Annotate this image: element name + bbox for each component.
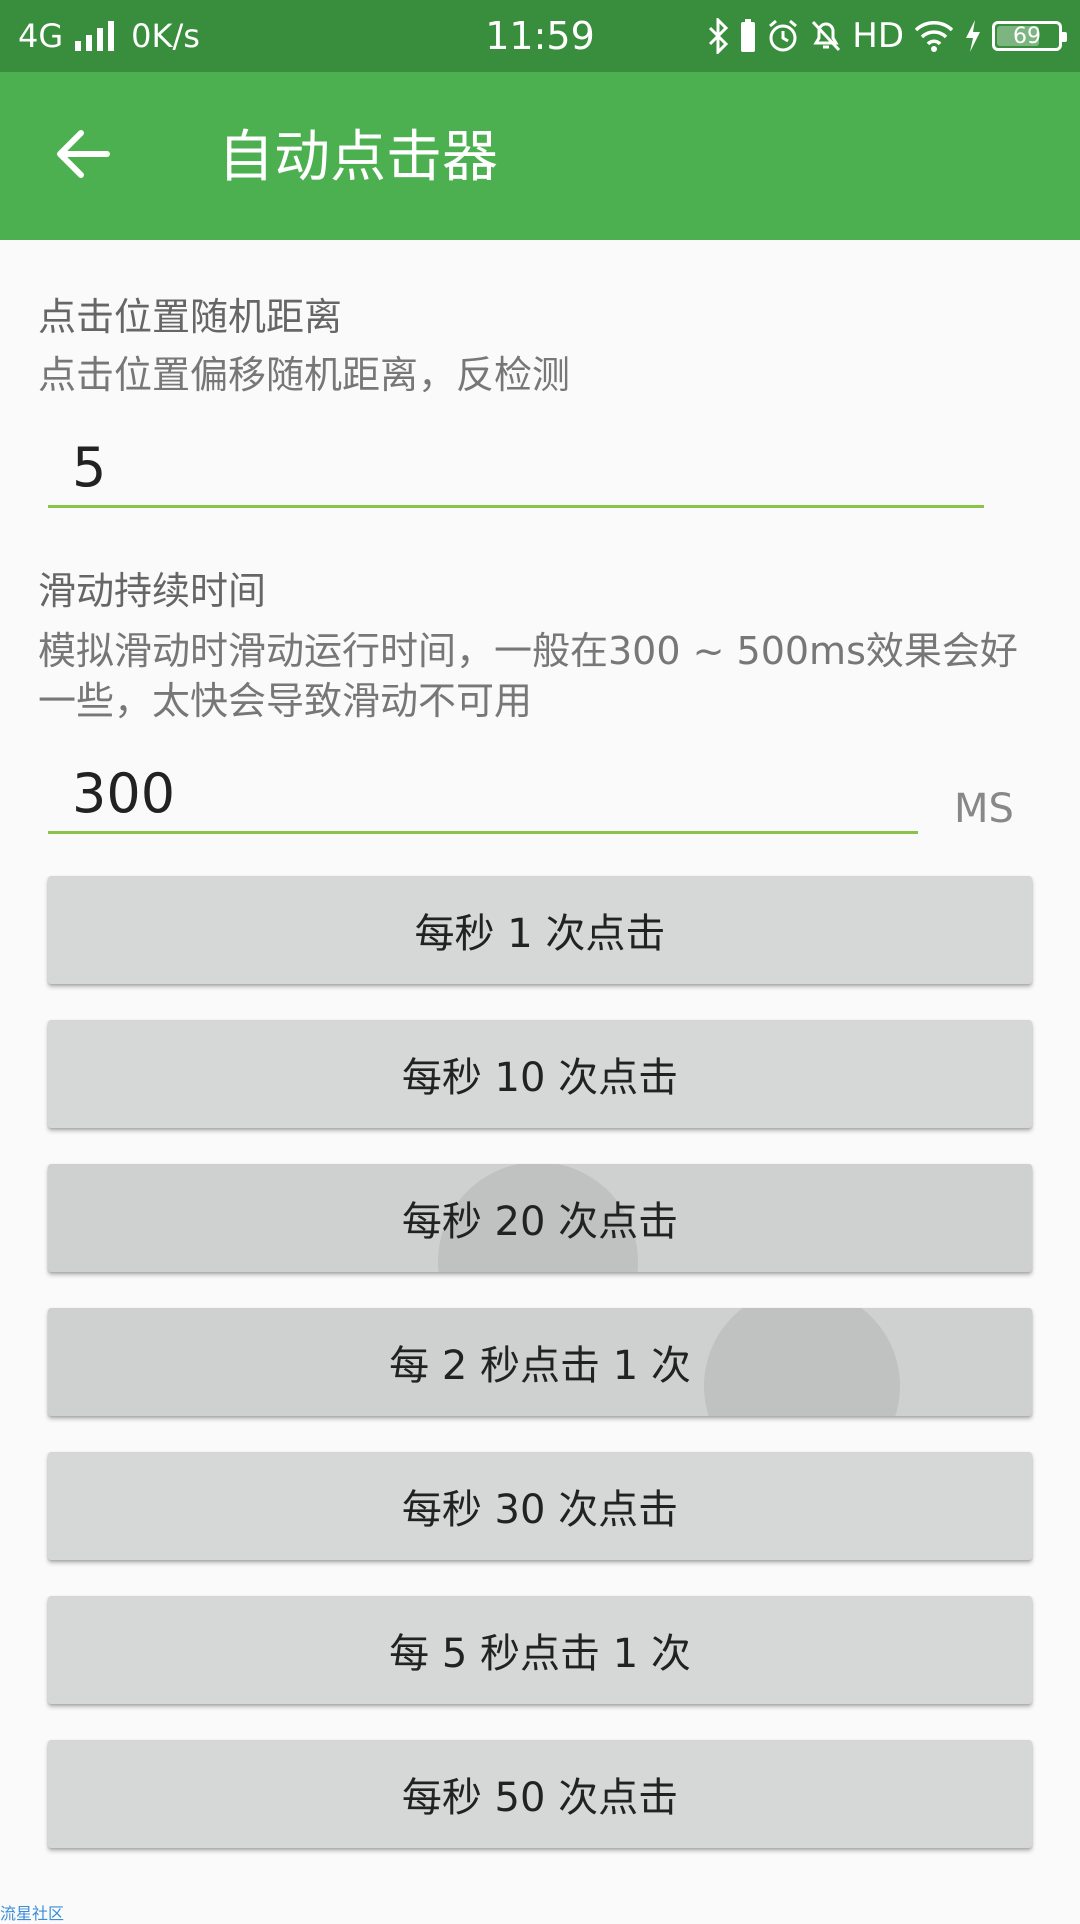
wifi-icon [914,20,954,52]
hd-label: HD [852,16,904,56]
random-distance-value: 5 [72,436,107,499]
swipe-duration-unit: MS [954,786,1014,832]
button-label: 每 2 秒点击 1 次 [389,1343,691,1389]
battery-icon: 69 [992,21,1067,51]
arrow-left-icon [57,130,110,178]
random-distance-input[interactable]: 5 [48,430,984,508]
one-per-second-button[interactable]: 每秒 1 次点击 [48,876,1032,984]
button-label: 每秒 20 次点击 [401,1199,679,1245]
watermark: 流星社区 [0,1904,65,1923]
page-title: 自动点击器 [218,125,498,190]
swipe-duration-title: 滑动持续时间 [38,569,267,613]
battery-saver-icon [740,19,756,53]
charging-icon [964,20,982,52]
every-two-seconds-button[interactable]: 每 2 秒点击 1 次 [48,1308,1032,1416]
mute-icon [810,19,842,53]
twenty-per-second-button[interactable]: 每秒 20 次点击 [48,1164,1032,1272]
fifty-per-second-button[interactable]: 每秒 50 次点击 [48,1740,1032,1848]
random-distance-title: 点击位置随机距离 [38,295,343,339]
thirty-per-second-button[interactable]: 每秒 30 次点击 [48,1452,1032,1560]
every-five-seconds-button[interactable]: 每 5 秒点击 1 次 [48,1596,1032,1704]
swipe-duration-input[interactable]: 300 [48,750,918,834]
bluetooth-icon [706,18,730,54]
random-distance-description: 点击位置偏移随机距离，反检测 [38,353,571,397]
back-button[interactable] [50,124,116,184]
alarm-icon [766,19,800,53]
battery-level: 69 [1013,23,1041,49]
app-bar: 自动点击器 [0,72,1080,240]
ten-per-second-button[interactable]: 每秒 10 次点击 [48,1020,1032,1128]
swipe-duration-description: 模拟滑动时滑动运行时间，一般在300 ~ 500ms效果会好一些，太快会导致滑动… [38,629,1018,723]
swipe-duration-value: 300 [72,762,176,825]
status-right: HD 69 [706,14,1067,58]
ripple-effect [704,1308,900,1416]
status-bar: 4G 0K/s 11:59 HD 69 [0,0,1080,72]
